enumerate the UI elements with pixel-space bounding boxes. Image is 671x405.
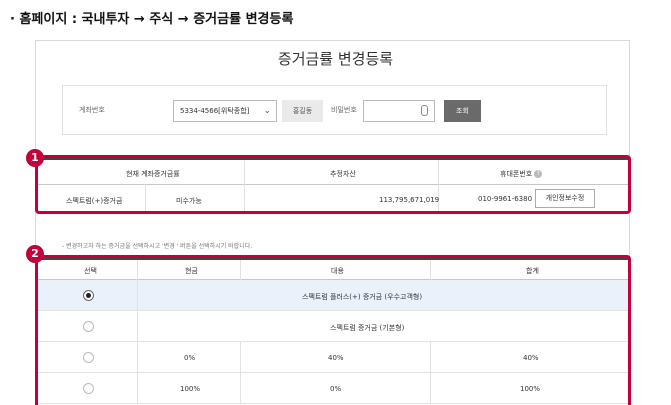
notice-text: - 변경하고자 하는 증거금을 선택하시고 '변경 ' 버튼을 선택하시기 바랍… xyxy=(62,243,253,250)
account-label: 계좌번호 xyxy=(79,106,105,114)
mouse-keyboard-icon[interactable] xyxy=(421,105,428,116)
account-select[interactable]: 5334-4566[위탁종합] ⌄ xyxy=(173,100,277,122)
highlight-box-2 xyxy=(35,255,631,405)
password-label: 비밀번호 xyxy=(331,106,357,114)
breadcrumb: · 홈페이지 : 국내투자 → 주식 → 증거금률 변경등록 xyxy=(10,12,294,27)
account-holder-name: 홍길동 xyxy=(282,100,323,122)
page-title: 증거금률 변경등록 xyxy=(277,50,394,68)
account-search-form: 계좌번호 5334-4566[위탁종합] ⌄ 홍길동 비밀번호 조회 xyxy=(62,85,607,135)
step-badge-2: 2 xyxy=(26,245,44,263)
step-badge-1: 1 xyxy=(26,149,44,167)
account-select-value: 5334-4566[위탁종합] xyxy=(180,107,250,115)
highlight-box-1 xyxy=(35,155,631,214)
password-input[interactable] xyxy=(363,100,435,122)
chevron-down-icon: ⌄ xyxy=(263,106,271,116)
search-button[interactable]: 조회 xyxy=(444,100,481,122)
